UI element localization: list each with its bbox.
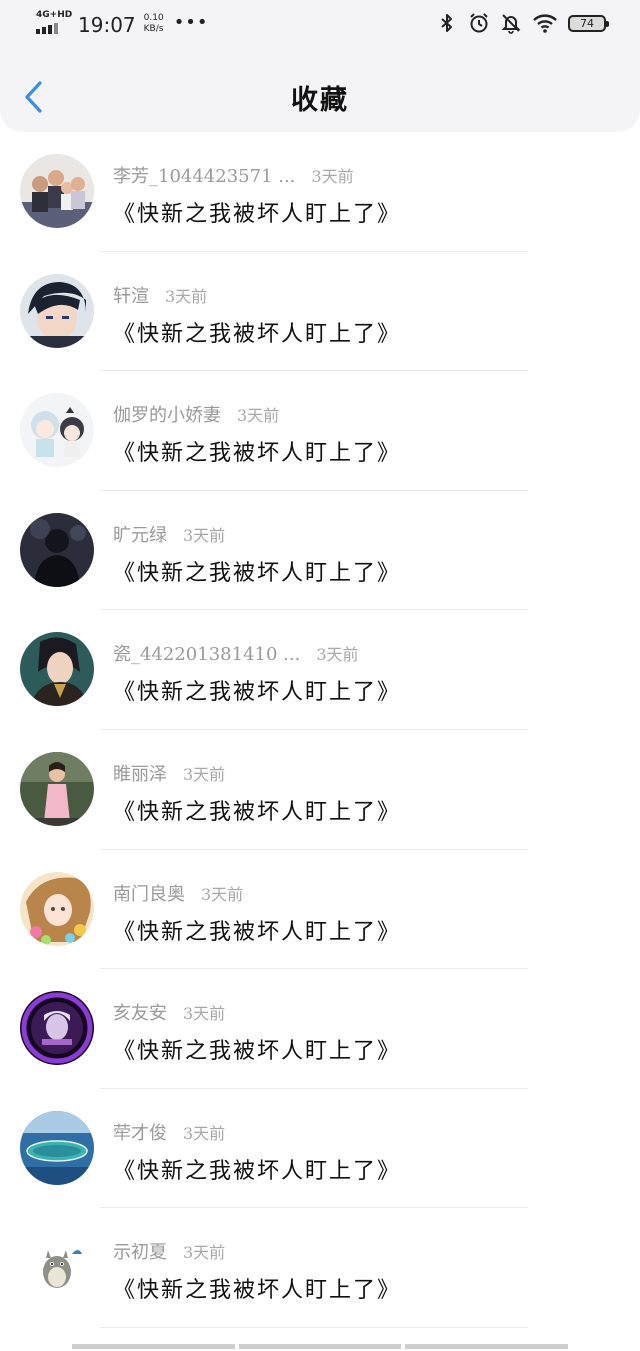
item-title[interactable]: 《快新之我被坏人盯上了》 (113, 1272, 401, 1304)
user-name[interactable]: 示初夏 (113, 1242, 167, 1263)
bottom-scroll-indicator (72, 1344, 569, 1349)
net-speed: 0.10 KB/s (144, 13, 164, 35)
avatar[interactable] (20, 991, 94, 1066)
avatar[interactable] (20, 154, 94, 228)
user-name[interactable]: 亥友安 (113, 1003, 167, 1024)
time-ago: 3天前 (183, 525, 226, 545)
time-ago: 3天前 (183, 1123, 226, 1143)
user-name[interactable]: 南门良奥 (113, 884, 185, 905)
avatar[interactable] (20, 871, 94, 946)
mute-icon (501, 14, 521, 34)
list-item[interactable]: 轩渲 3天前 《快新之我被坏人盯上了》 (0, 252, 640, 372)
bluetooth-icon (441, 14, 452, 32)
item-meta: 瓷_442201381410 ... 3天前 (113, 640, 359, 666)
item-meta: 荦才俊 3天前 (113, 1119, 225, 1145)
item-meta: 示初夏 3天前 (113, 1238, 225, 1264)
user-name[interactable]: 荦才俊 (113, 1123, 167, 1144)
list-item[interactable]: 荦才俊 3天前 《快新之我被坏人盯上了》 (0, 1089, 640, 1209)
item-title[interactable]: 《快新之我被坏人盯上了》 (113, 914, 401, 946)
time-ago: 3天前 (316, 645, 359, 665)
item-meta: 伽罗的小娇妻 3天前 (113, 401, 279, 427)
time-ago: 3天前 (165, 286, 208, 306)
avatar[interactable] (20, 751, 94, 826)
item-title[interactable]: 《快新之我被坏人盯上了》 (113, 794, 401, 826)
item-title[interactable]: 《快新之我被坏人盯上了》 (113, 1033, 401, 1065)
list-item[interactable]: 瓷_442201381410 ... 3天前 《快新之我被坏人盯上了》 (0, 610, 640, 730)
clock: 19:07 (78, 13, 136, 37)
nav-bar: 收藏 (0, 50, 640, 132)
avatar[interactable] (20, 393, 94, 468)
list-item[interactable]: 睢丽泽 3天前 《快新之我被坏人盯上了》 (0, 730, 640, 850)
list-item[interactable]: 李芳_1044423571 ... 3天前 《快新之我被坏人盯上了》 (0, 132, 640, 252)
item-title[interactable]: 《快新之我被坏人盯上了》 (113, 196, 401, 228)
time-ago: 3天前 (237, 406, 280, 426)
time-ago: 3天前 (183, 764, 226, 784)
page-title: 收藏 (291, 85, 349, 116)
network-type: 4G+HD (36, 10, 73, 20)
item-meta: 亥友安 3天前 (113, 999, 225, 1025)
net-speed-unit: KB/s (143, 24, 164, 34)
item-meta: 南门良奥 3天前 (113, 880, 243, 906)
favorites-list: 李芳_1044423571 ... 3天前 《快新之我被坏人盯上了》 轩渲 3天前 … (0, 132, 640, 1328)
more-notifications-icon: ••• (173, 12, 209, 33)
signal-icon: 4G+HD (36, 10, 72, 36)
time-ago: 3天前 (311, 167, 354, 186)
user-name[interactable]: 轩渲 (113, 286, 149, 307)
avatar[interactable] (20, 1110, 94, 1185)
net-speed-value: 0.10 (143, 13, 164, 23)
status-bar: 4G+HD 19:07 0.10 KB/s ••• 74 (0, 0, 640, 50)
battery-icon: 74 (568, 14, 609, 32)
user-name[interactable]: 睢丽泽 (113, 764, 167, 785)
alarm-icon (470, 13, 488, 33)
user-name[interactable]: 伽罗的小娇妻 (113, 405, 221, 426)
list-item[interactable]: 南门良奥 3天前 《快新之我被坏人盯上了》 (0, 850, 640, 970)
avatar[interactable] (20, 273, 94, 348)
time-ago: 3天前 (201, 884, 244, 904)
list-item[interactable]: 伽罗的小娇妻 3天前 《快新之我被坏人盯上了》 (0, 371, 640, 491)
item-meta: 李芳_1044423571 ... 3天前 (113, 162, 354, 188)
item-title[interactable]: 《快新之我被坏人盯上了》 (113, 674, 401, 706)
avatar[interactable] (20, 632, 94, 707)
list-item[interactable]: 亥友安 3天前 《快新之我被坏人盯上了》 (0, 969, 640, 1089)
item-meta: 睢丽泽 3天前 (113, 760, 225, 786)
wifi-icon (533, 14, 557, 33)
time-ago: 3天前 (183, 1243, 226, 1263)
user-name[interactable]: 瓷_442201381410 ... (113, 644, 300, 665)
item-meta: 轩渲 3天前 (113, 282, 207, 308)
item-title[interactable]: 《快新之我被坏人盯上了》 (113, 555, 401, 587)
user-name[interactable]: 旷元绿 (113, 525, 167, 546)
status-right: 74 (436, 12, 609, 34)
item-title[interactable]: 《快新之我被坏人盯上了》 (113, 1153, 401, 1185)
status-left: 4G+HD 19:07 0.10 KB/s ••• (36, 10, 209, 40)
list-item[interactable]: 旷元绿 3天前 《快新之我被坏人盯上了》 (0, 491, 640, 611)
item-title[interactable]: 《快新之我被坏人盯上了》 (113, 435, 401, 467)
list-item[interactable]: 示初夏 3天前 《快新之我被坏人盯上了》 (0, 1208, 640, 1328)
item-meta: 旷元绿 3天前 (113, 521, 225, 547)
avatar[interactable] (20, 512, 94, 587)
divider (100, 1326, 528, 1328)
avatar[interactable] (20, 1230, 94, 1305)
item-title[interactable]: 《快新之我被坏人盯上了》 (113, 316, 401, 348)
time-ago: 3天前 (183, 1004, 226, 1024)
user-name[interactable]: 李芳_1044423571 ... (113, 166, 295, 187)
